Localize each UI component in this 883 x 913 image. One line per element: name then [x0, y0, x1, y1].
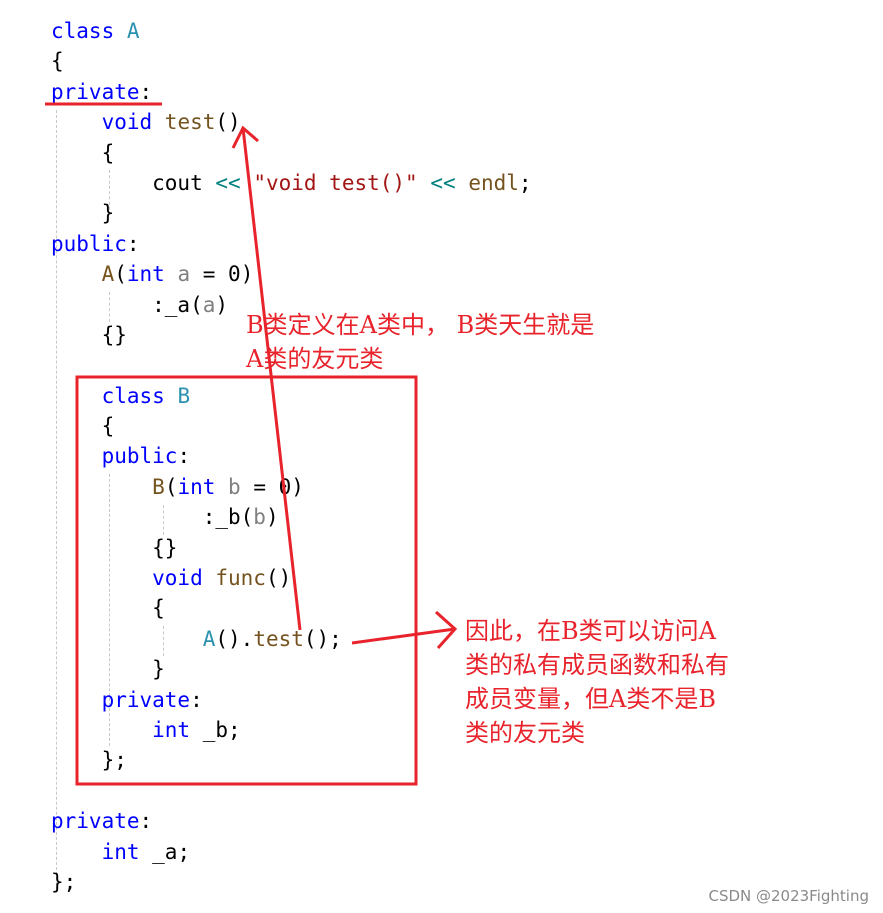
arrow-to-test-shaft — [241, 127, 302, 631]
arrow-to-note-shaft — [351, 627, 456, 645]
annotation-overlay — [45, 102, 458, 786]
watermark: CSDN @2023Fighting — [708, 887, 869, 905]
class-b-highlight-box — [75, 375, 418, 786]
